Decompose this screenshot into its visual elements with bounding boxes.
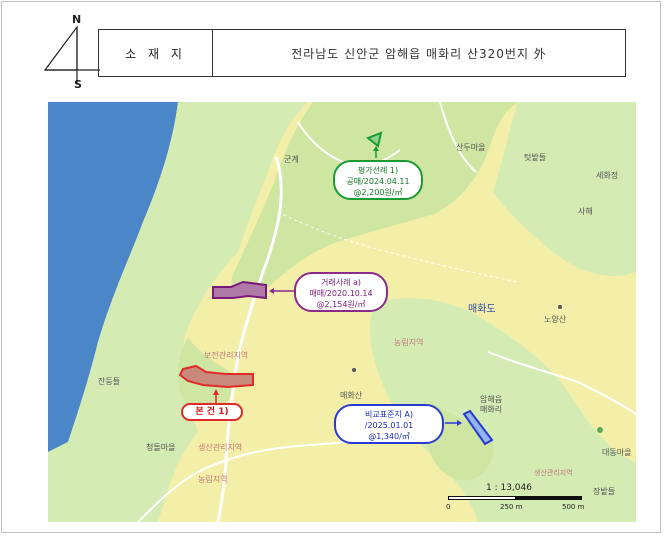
scale-tick-250: 250 m: [500, 503, 523, 511]
north-arrow-icon: [40, 15, 100, 95]
subject-callout: 본 건 1): [181, 403, 243, 421]
place-nongrim: 농림지역: [394, 338, 424, 347]
place-sehwa: 세화정: [596, 171, 619, 180]
place-nongrim2: 농림지역: [198, 475, 228, 484]
location-key: 소 재 지: [99, 30, 213, 76]
place-amhae-b: 매화리: [480, 405, 503, 414]
comparable-line2: /2025.01.01: [364, 421, 414, 430]
place-sahae: 사해: [578, 207, 593, 216]
place-maehwasan: 매화산: [340, 391, 363, 400]
scale-bar-graphic: [448, 496, 582, 500]
subject-label: 본 건 1): [195, 407, 229, 417]
appraisal-line2: 공매/2024.04.11: [346, 177, 410, 186]
place-noyangsan: 노양산: [544, 315, 567, 324]
south-label: S: [74, 78, 82, 91]
place-saengsan1: 생산관리지역: [198, 443, 243, 452]
north-label: N: [72, 13, 82, 26]
location-value: 전라남도 신안군 암해읍 매화리 산320번지 外: [291, 46, 547, 61]
place-cheongdol: 청돌마을: [146, 443, 176, 452]
transaction-line2: 매매/2020.10.14: [309, 289, 373, 298]
scale-ratio: 1 : 13,046: [486, 483, 532, 493]
scale-tick-0: 0: [446, 503, 451, 511]
location-table: 소 재 지 전라남도 신안군 암해읍 매화리 산320번지 外: [98, 29, 626, 77]
comparable-callout: 비교표준지 A) /2025.01.01 @1,340/㎡: [334, 404, 444, 444]
place-gungye: 군계: [284, 155, 299, 164]
place-maehwado: 매화도: [468, 304, 496, 315]
appraisal-line1: 평가선례 1): [357, 166, 399, 175]
appraisal-callout: 평가선례 1) 공매/2024.04.11 @2,200원/㎡: [333, 160, 423, 200]
transaction-line3: @2,154원/㎡: [316, 300, 366, 309]
place-daedong: 대동마을: [602, 448, 632, 457]
place-teotbat: 텃밭들: [524, 153, 547, 162]
scale-bar: 1 : 13,046 0 250 m 500 m: [446, 483, 588, 514]
place-jandeung: 잔등들: [98, 377, 121, 386]
transaction-callout: 거래사례 a) 매매/2020.10.14 @2,154원/㎡: [294, 272, 388, 312]
map-view[interactable]: 군계 산두마을 텃밭들 세화정 사해 매화도 노양산 농림지역 보전관리지역 잔…: [48, 102, 636, 522]
scale-tick-500: 500 m: [562, 503, 585, 511]
transaction-line1: 거래사례 a): [320, 278, 361, 287]
appraisal-line3: @2,200원/㎡: [353, 188, 403, 197]
place-sandu: 산두마을: [456, 143, 486, 152]
comparable-line1: 비교표준지 A): [365, 410, 413, 419]
place-saengsan2: 생산관리지역: [534, 469, 573, 477]
comparable-line3: @1,340/㎡: [368, 432, 410, 441]
place-bojeon: 보전관리지역: [204, 351, 249, 360]
place-jangbat: 장밭들: [593, 487, 616, 496]
